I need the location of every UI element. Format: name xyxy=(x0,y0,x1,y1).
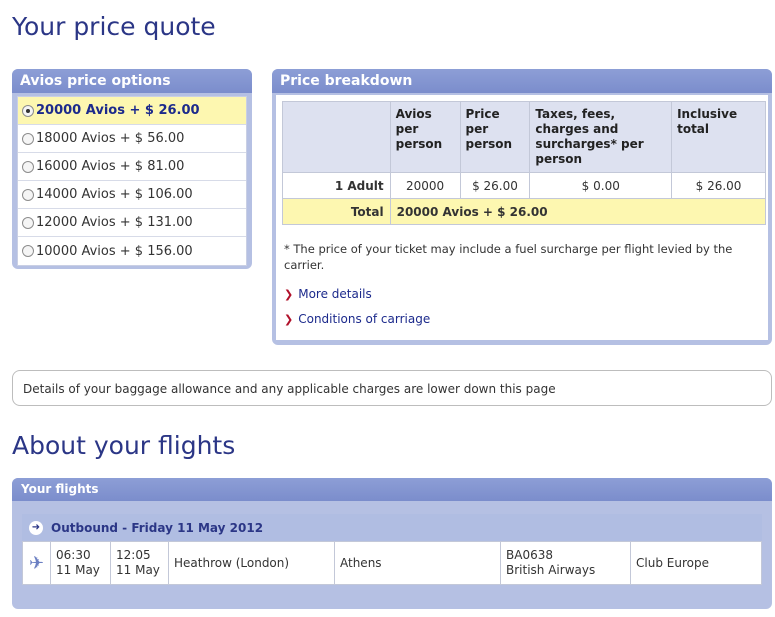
avios-option[interactable]: 16000 Avios + $ 81.00 xyxy=(18,153,246,181)
table-row: ✈ 06:30 11 May 12:05 11 May Heathrow (Lo… xyxy=(22,541,762,585)
more-details-link[interactable]: ❯ More details xyxy=(284,287,372,301)
flight-number: BA0638 xyxy=(506,548,553,562)
total-label: Total xyxy=(282,198,391,225)
radio-icon[interactable] xyxy=(22,188,34,201)
arrow-right-circle-icon: ➜ xyxy=(29,520,43,535)
avios-option[interactable]: 14000 Avios + $ 106.00 xyxy=(18,181,246,209)
price-breakdown-header: Price breakdown xyxy=(272,69,772,93)
fuel-surcharge-note: * The price of your ticket may include a… xyxy=(284,242,733,272)
departure-cell: 06:30 11 May xyxy=(50,541,111,585)
arrival-cell: 12:05 11 May xyxy=(110,541,169,585)
destination: Athens xyxy=(334,541,501,585)
table-header-empty xyxy=(282,101,391,173)
column-header: Taxes, fees, charges and surcharges* per… xyxy=(529,101,673,173)
table-row: 1 Adult 20000 $ 26.00 $ 0.00 $ 26.00 xyxy=(282,172,766,199)
avios-option[interactable]: 12000 Avios + $ 131.00 xyxy=(18,209,246,237)
outbound-label: Outbound - Friday 11 May 2012 xyxy=(51,520,264,535)
radio-icon[interactable] xyxy=(22,132,34,145)
avios-option-label: 16000 Avios + $ 81.00 xyxy=(36,159,185,174)
avios-options-panel: Avios price options 20000 Avios + $ 26.0… xyxy=(12,69,252,269)
chevron-right-icon: ❯ xyxy=(284,313,294,326)
price-breakdown-panel: Price breakdown Avios per person Price p… xyxy=(272,69,772,345)
arrival-date: 11 May xyxy=(116,563,160,577)
cabin-class: Club Europe xyxy=(630,541,762,585)
avios-options-list: 20000 Avios + $ 26.00 18000 Avios + $ 56… xyxy=(17,96,247,266)
radio-icon[interactable] xyxy=(22,245,34,257)
departure-date: 11 May xyxy=(56,563,100,577)
carrier-name: British Airways xyxy=(506,563,596,577)
radio-icon[interactable] xyxy=(22,216,34,229)
passenger-label: 1 Adult xyxy=(282,172,391,199)
avios-option-label: 10000 Avios + $ 156.00 xyxy=(36,243,193,259)
avios-option-label: 12000 Avios + $ 131.00 xyxy=(36,215,193,230)
total-row: Total 20000 Avios + $ 26.00 xyxy=(282,198,767,225)
page-title: Your price quote xyxy=(12,12,216,41)
column-header: Inclusive total xyxy=(671,101,766,173)
conditions-label: Conditions of carriage xyxy=(298,312,431,326)
outbound-header: ➜ Outbound - Friday 11 May 2012 xyxy=(22,514,762,541)
inclusive-total: $ 26.00 xyxy=(671,172,766,199)
flight-cell: BA0638 British Airways xyxy=(500,541,631,585)
total-value: 20000 Avios + $ 26.00 xyxy=(389,198,767,225)
price-breakdown-body: Avios per person Price per person Taxes,… xyxy=(276,95,768,340)
about-flights-title: About your flights xyxy=(12,431,236,460)
avios-option[interactable]: 10000 Avios + $ 156.00 xyxy=(18,237,246,265)
avios-option-label: 18000 Avios + $ 56.00 xyxy=(36,131,185,146)
departure-time: 06:30 xyxy=(56,548,91,562)
plane-icon: ✈ xyxy=(22,541,51,585)
avios-per-person: 20000 xyxy=(389,172,461,199)
column-header: Price per person xyxy=(459,101,531,173)
avios-options-header: Avios price options xyxy=(12,69,252,93)
conditions-of-carriage-link[interactable]: ❯ Conditions of carriage xyxy=(284,312,430,326)
avios-option[interactable]: 20000 Avios + $ 26.00 xyxy=(18,97,246,125)
avios-option-label: 14000 Avios + $ 106.00 xyxy=(36,187,193,202)
arrival-time: 12:05 xyxy=(116,548,151,562)
radio-icon[interactable] xyxy=(22,160,34,173)
avios-option[interactable]: 18000 Avios + $ 56.00 xyxy=(18,125,246,153)
radio-selected-icon[interactable] xyxy=(22,104,34,117)
taxes-per-person: $ 0.00 xyxy=(529,172,673,199)
flights-header: Your flights xyxy=(12,478,772,501)
flights-panel: Your flights ➜ Outbound - Friday 11 May … xyxy=(12,478,772,609)
column-header: Avios per person xyxy=(389,101,461,173)
chevron-right-icon: ❯ xyxy=(284,288,294,301)
baggage-info-box: Details of your baggage allowance and an… xyxy=(12,370,772,406)
origin: Heathrow (London) xyxy=(168,541,335,585)
avios-option-label: 20000 Avios + $ 26.00 xyxy=(36,103,200,118)
price-per-person: $ 26.00 xyxy=(459,172,531,199)
more-details-label: More details xyxy=(298,287,372,301)
flight-segment-table: ✈ 06:30 11 May 12:05 11 May Heathrow (Lo… xyxy=(22,541,762,585)
price-table: Avios per person Price per person Taxes,… xyxy=(282,101,767,225)
